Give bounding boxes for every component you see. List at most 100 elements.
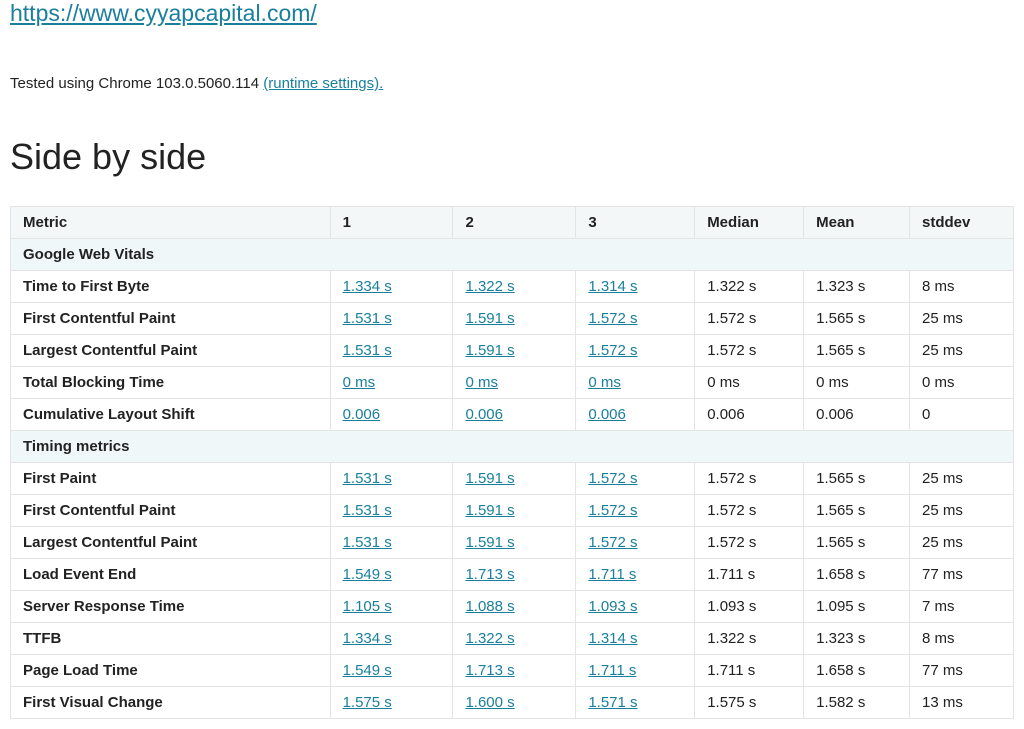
median-value: 1.093 s [695,591,804,623]
tested-url-link[interactable]: https://www.cyyapcapital.com/ [10,0,317,26]
median-value: 1.572 s [695,303,804,335]
runtime-settings-link[interactable]: (runtime settings). [263,75,383,92]
median-value: 1.322 s [695,271,804,303]
run-value-link[interactable]: 1.314 s [588,278,637,295]
stddev-value: 25 ms [910,495,1014,527]
run-value-link[interactable]: 0 ms [343,374,376,391]
run-value-link[interactable]: 1.531 s [343,502,392,519]
run-value: 0 ms [330,367,453,399]
run-value: 1.531 s [330,303,453,335]
stddev-value: 8 ms [910,623,1014,655]
run-value: 1.322 s [453,623,576,655]
mean-value: 1.582 s [804,687,910,719]
run-value: 1.572 s [576,303,695,335]
median-value: 0 ms [695,367,804,399]
run-value-link[interactable]: 1.572 s [588,470,637,487]
run-value-link[interactable]: 1.322 s [465,278,514,295]
run-value-link[interactable]: 1.549 s [343,566,392,583]
run-value: 1.591 s [453,303,576,335]
mean-value: 1.565 s [804,303,910,335]
run-value: 1.531 s [330,335,453,367]
run-value-link[interactable]: 1.105 s [343,598,392,615]
mean-value: 1.323 s [804,271,910,303]
stddev-value: 13 ms [910,687,1014,719]
run-value-link[interactable]: 1.713 s [465,566,514,583]
median-value: 1.575 s [695,687,804,719]
run-value-link[interactable]: 0.006 [588,406,626,423]
median-value: 1.572 s [695,463,804,495]
run-value-link[interactable]: 1.531 s [343,534,392,551]
mean-value: 1.565 s [804,527,910,559]
run-value-link[interactable]: 1.088 s [465,598,514,615]
run-value-link[interactable]: 1.591 s [465,534,514,551]
col-median: Median [695,207,804,239]
table-row: Server Response Time 1.105 s 1.088 s 1.093 … [11,591,1014,623]
median-value: 1.322 s [695,623,804,655]
run-value-link[interactable]: 1.334 s [343,630,392,647]
run-value: 0.006 [453,399,576,431]
run-value-link[interactable]: 0 ms [588,374,621,391]
tested-url: https://www.cyyapcapital.com/ [10,0,1014,27]
run-value-link[interactable]: 1.531 s [343,342,392,359]
run-value-link[interactable]: 1.591 s [465,342,514,359]
results-table: Metric 1 2 3 Median Mean stddev Google W… [10,206,1014,719]
run-value-link[interactable]: 1.322 s [465,630,514,647]
metric-name: TTFB [11,623,331,655]
section-row: Google Web Vitals [11,239,1014,271]
run-value-link[interactable]: 1.572 s [588,502,637,519]
run-value-link[interactable]: 0.006 [343,406,381,423]
run-value: 1.572 s [576,527,695,559]
median-value: 1.711 s [695,655,804,687]
metric-name: First Visual Change [11,687,331,719]
run-value-link[interactable]: 1.572 s [588,342,637,359]
run-value: 1.531 s [330,527,453,559]
run-value: 1.322 s [453,271,576,303]
run-value: 1.572 s [576,463,695,495]
section-row: Timing metrics [11,431,1014,463]
col-run-2: 2 [453,207,576,239]
run-value: 0 ms [453,367,576,399]
run-value-link[interactable]: 1.093 s [588,598,637,615]
table-row: First Paint1.531 s1.591 s1.572 s1.572 s1… [11,463,1014,495]
run-value-link[interactable]: 1.711 s [588,566,636,583]
run-value-link[interactable]: 1.572 s [588,310,637,327]
mean-value: 0.006 [804,399,910,431]
mean-value: 1.565 s [804,495,910,527]
run-value: 1.713 s [453,655,576,687]
run-value-link[interactable]: 0.006 [465,406,503,423]
run-value: 1.093 s [576,591,695,623]
median-value: 1.572 s [695,495,804,527]
run-value-link[interactable]: 1.549 s [343,662,392,679]
stddev-value: 77 ms [910,559,1014,591]
run-value-link[interactable]: 1.531 s [343,470,392,487]
run-value-link[interactable]: 1.334 s [343,278,392,295]
run-value-link[interactable]: 1.571 s [588,694,637,711]
run-value: 1.591 s [453,463,576,495]
mean-value: 1.095 s [804,591,910,623]
run-value-link[interactable]: 1.711 s [588,662,636,679]
mean-value: 0 ms [804,367,910,399]
run-value-link[interactable]: 1.575 s [343,694,392,711]
run-value-link[interactable]: 1.713 s [465,662,514,679]
mean-value: 1.658 s [804,655,910,687]
median-value: 1.711 s [695,559,804,591]
run-value-link[interactable]: 1.591 s [465,310,514,327]
run-value: 1.549 s [330,559,453,591]
run-value-link[interactable]: 1.314 s [588,630,637,647]
run-value-link[interactable]: 0 ms [465,374,498,391]
metric-name: Cumulative Layout Shift [11,399,331,431]
run-value-link[interactable]: 1.600 s [465,694,514,711]
section-title: Timing metrics [11,431,1014,463]
col-run-1: 1 [330,207,453,239]
metric-name: Total Blocking Time [11,367,331,399]
run-value-link[interactable]: 1.572 s [588,534,637,551]
side-by-side-heading: Side by side [10,136,1014,178]
run-value-link[interactable]: 1.591 s [465,470,514,487]
run-value-link[interactable]: 1.531 s [343,310,392,327]
table-row: Total Blocking Time0 ms0 ms0 ms0 ms0 ms0… [11,367,1014,399]
metric-name: Server Response Time [11,591,331,623]
table-row: Largest Contentful Paint1.531 s1.591 s1.… [11,335,1014,367]
stddev-value: 0 [910,399,1014,431]
table-row: First Visual Change 1.575 s 1.600 s 1.571 s… [11,687,1014,719]
run-value-link[interactable]: 1.591 s [465,502,514,519]
